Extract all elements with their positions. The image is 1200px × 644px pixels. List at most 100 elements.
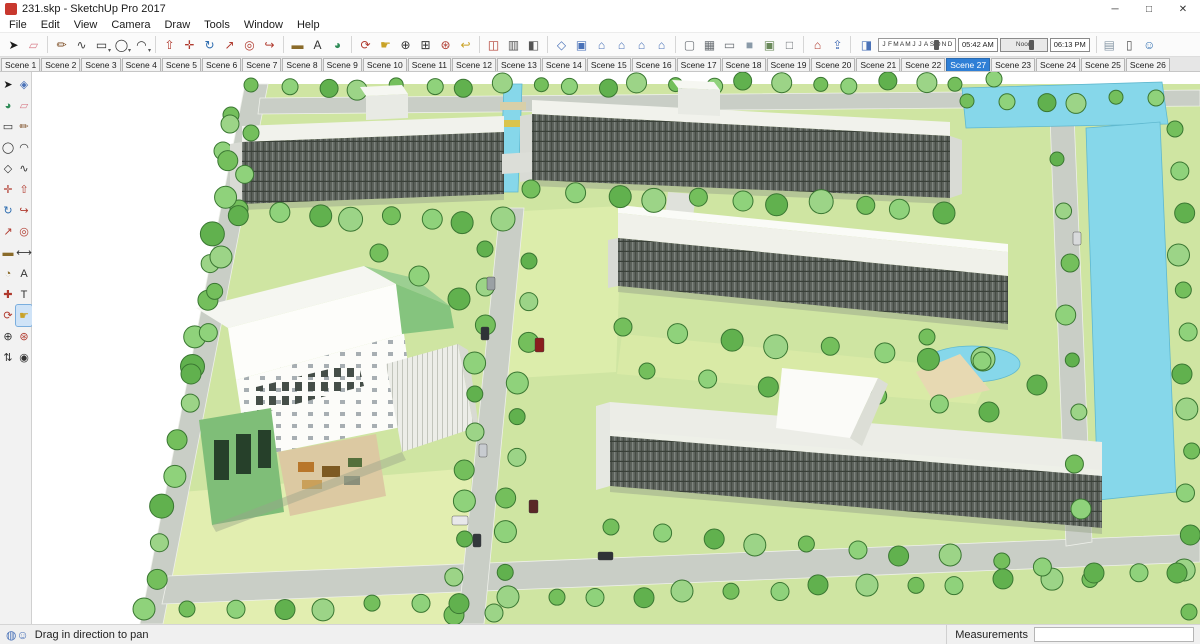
minimize-button[interactable]: ─: [1098, 0, 1132, 18]
scene-tab-scene-26[interactable]: Scene 26: [1125, 58, 1170, 71]
menu-view[interactable]: View: [67, 18, 105, 33]
top-view-icon[interactable]: ▣: [572, 35, 591, 55]
move-tool[interactable]: ✛: [0, 179, 16, 200]
3d-text-tool[interactable]: T: [16, 284, 32, 305]
arc-tool-dropdown[interactable]: ▾: [148, 47, 151, 54]
shaded-style-icon[interactable]: ■: [740, 35, 759, 55]
scene-tab-scene-23[interactable]: Scene 23: [991, 58, 1036, 71]
rotate-tool[interactable]: ↻: [0, 200, 16, 221]
zoom-tool[interactable]: ⊕: [0, 326, 16, 347]
circle-tool[interactable]: ◯: [0, 137, 16, 158]
wireframe-style-icon[interactable]: ▦: [700, 35, 719, 55]
shadow-settings-icon[interactable]: ◨: [857, 35, 876, 55]
date-slider-handle[interactable]: [933, 39, 939, 50]
zoom-extents-tool[interactable]: ⊛: [436, 35, 455, 55]
scene-tab-scene-12[interactable]: Scene 12: [452, 58, 496, 71]
hidden-line-style-icon[interactable]: ▭: [720, 35, 739, 55]
paint-bucket-tool[interactable]: ◕: [328, 35, 347, 55]
close-button[interactable]: ✕: [1166, 0, 1200, 18]
select-tool[interactable]: ➤: [0, 74, 16, 95]
scene-tab-scene-20[interactable]: Scene 20: [811, 58, 856, 71]
menu-draw[interactable]: Draw: [157, 18, 197, 33]
geolocation-icon[interactable]: ◍: [6, 628, 16, 642]
viewport-3d[interactable]: [32, 72, 1200, 624]
scene-tab-scene-13[interactable]: Scene 13: [496, 58, 541, 71]
maximize-button[interactable]: □: [1132, 0, 1166, 18]
rectangle-tool[interactable]: ▭ ▾: [92, 35, 111, 55]
line-tool[interactable]: ✏: [52, 35, 71, 55]
dimension-tool[interactable]: ⟷: [16, 242, 32, 263]
rectangle-tool-dropdown[interactable]: ▾: [108, 47, 111, 54]
zoom-window-tool[interactable]: ⊞: [416, 35, 435, 55]
scene-tab-scene-9[interactable]: Scene 9: [322, 58, 362, 71]
scene-tab-scene-18[interactable]: Scene 18: [721, 58, 766, 71]
scene-tab-scene-3[interactable]: Scene 3: [81, 58, 121, 71]
axes-tool[interactable]: ✚: [0, 284, 16, 305]
menu-window[interactable]: Window: [237, 18, 290, 33]
look-around-tool[interactable]: ◉: [16, 347, 32, 368]
x-ray-style-icon[interactable]: ▢: [680, 35, 699, 55]
scene-tab-scene-15[interactable]: Scene 15: [586, 58, 631, 71]
3d-warehouse-icon[interactable]: ⌂: [808, 35, 827, 55]
time-slider-handle[interactable]: [1029, 39, 1035, 50]
orbit-tool[interactable]: ⟳: [356, 35, 375, 55]
text-tool[interactable]: A: [308, 35, 327, 55]
scene-tab-scene-24[interactable]: Scene 24: [1036, 58, 1080, 71]
make-component-icon[interactable]: ◈: [16, 74, 32, 95]
eraser-tool[interactable]: ▱: [24, 35, 43, 55]
rectangle-tool[interactable]: ▭: [0, 116, 16, 137]
freehand-tool[interactable]: ∿: [72, 35, 91, 55]
scene-tab-scene-4[interactable]: Scene 4: [121, 58, 161, 71]
iso-view-icon[interactable]: ◇: [552, 35, 571, 55]
scale-tool[interactable]: ↗: [220, 35, 239, 55]
arc-tool[interactable]: ◠ ▾: [132, 35, 151, 55]
scene-tab-scene-19[interactable]: Scene 19: [766, 58, 811, 71]
send-to-layout-icon[interactable]: ▯: [1120, 35, 1139, 55]
line-tool[interactable]: ✏: [16, 116, 32, 137]
push-pull-tool[interactable]: ⇧: [16, 179, 32, 200]
scene-tab-scene-14[interactable]: Scene 14: [541, 58, 586, 71]
zoom-tool[interactable]: ⊕: [396, 35, 415, 55]
follow-me-tool[interactable]: ↪: [260, 35, 279, 55]
share-model-icon[interactable]: ⇪: [828, 35, 847, 55]
shadow-date-slider[interactable]: JFMAMJJASOND: [878, 37, 956, 52]
push-pull-tool[interactable]: ⇧: [160, 35, 179, 55]
measurements-input[interactable]: [1034, 627, 1194, 642]
polygon-tool[interactable]: ◇: [0, 158, 16, 179]
section-plane-icon[interactable]: ◫: [484, 35, 503, 55]
scene-tab-scene-11[interactable]: Scene 11: [407, 58, 452, 71]
offset-tool[interactable]: ◎: [240, 35, 259, 55]
walk-tool[interactable]: ⇅: [0, 347, 16, 368]
rotate-tool[interactable]: ↻: [200, 35, 219, 55]
freehand-tool[interactable]: ∿: [16, 158, 32, 179]
back-view-icon[interactable]: ⌂: [632, 35, 651, 55]
offset-tool[interactable]: ◎: [16, 221, 32, 242]
arc-tool[interactable]: ◠: [16, 137, 32, 158]
warehouse-user-icon[interactable]: ☺: [1140, 35, 1159, 55]
display-section-planes-icon[interactable]: ▥: [504, 35, 523, 55]
previous-view-icon[interactable]: ↩: [456, 35, 475, 55]
pan-tool[interactable]: ☛: [15, 304, 33, 327]
shadow-time-slider[interactable]: Noon: [999, 37, 1048, 52]
zoom-extents-tool[interactable]: ⊛: [16, 326, 32, 347]
orbit-tool[interactable]: ⟳: [0, 305, 16, 326]
shaded-textures-style-icon[interactable]: ▣: [760, 35, 779, 55]
select-tool[interactable]: ➤: [4, 35, 23, 55]
tape-measure-tool[interactable]: ▬: [288, 35, 307, 55]
scene-tab-scene-17[interactable]: Scene 17: [676, 58, 721, 71]
scene-tab-scene-6[interactable]: Scene 6: [202, 58, 242, 71]
display-section-cuts-icon[interactable]: ◧: [524, 35, 543, 55]
menu-help[interactable]: Help: [290, 18, 327, 33]
menu-camera[interactable]: Camera: [104, 18, 157, 33]
menu-file[interactable]: File: [2, 18, 34, 33]
fog-icon[interactable]: ▤: [1100, 35, 1119, 55]
scale-tool[interactable]: ↗: [0, 221, 16, 242]
scene-tab-scene-21[interactable]: Scene 21: [856, 58, 901, 71]
scene-tab-scene-16[interactable]: Scene 16: [631, 58, 676, 71]
front-view-icon[interactable]: ⌂: [592, 35, 611, 55]
tape-measure-tool[interactable]: ▬: [0, 242, 16, 263]
scene-tab-scene-10[interactable]: Scene 10: [362, 58, 407, 71]
paint-bucket-tool[interactable]: ◕: [0, 95, 16, 116]
follow-me-tool[interactable]: ↪: [16, 200, 32, 221]
text-tool[interactable]: A: [16, 263, 32, 284]
